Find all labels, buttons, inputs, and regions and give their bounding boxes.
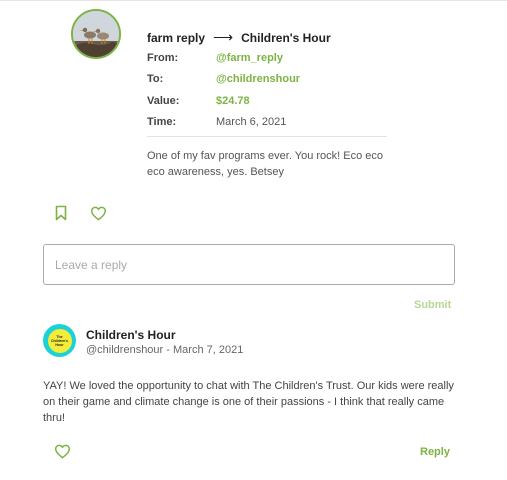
from-value[interactable]: @farm_reply [216, 52, 283, 64]
arrow-icon: ⟶ [213, 29, 234, 45]
heart-icon [54, 444, 71, 459]
time-label: Time: [147, 116, 177, 128]
commenter-handle[interactable]: @childrenshour [86, 344, 163, 356]
reply-input[interactable] [43, 244, 455, 285]
logo-text: The Children's Hour [51, 334, 68, 347]
comment-meta: @childrenshour - March 7, 2021 [86, 344, 243, 356]
time-value: March 6, 2021 [216, 116, 287, 128]
transaction-header: farm reply ⟶ Children's Hour [147, 29, 331, 46]
reply-button[interactable]: Reply [420, 446, 450, 458]
to-value[interactable]: @childrenshour [216, 73, 300, 85]
comment-body: YAY! We loved the opportunity to chat wi… [43, 380, 454, 424]
top-divider [0, 0, 507, 1]
like-button[interactable] [90, 206, 107, 226]
submit-button[interactable]: Submit [414, 299, 451, 311]
heart-icon [90, 206, 107, 221]
sender-name[interactable]: farm reply [147, 31, 205, 45]
transaction-message: One of my fav programs ever. You rock! E… [147, 150, 384, 178]
comment-date: March 7, 2021 [173, 344, 244, 356]
sender-avatar[interactable] [71, 9, 121, 59]
childrens-hour-logo: The Children's Hour [47, 328, 72, 353]
recipient-name[interactable]: Children's Hour [241, 31, 331, 45]
divider [147, 136, 387, 137]
to-label: To: [147, 73, 164, 85]
birds-photo-icon [73, 11, 119, 57]
value-label: Value: [147, 95, 180, 107]
commenter-name[interactable]: Children's Hour [86, 328, 176, 342]
bookmark-icon [55, 205, 67, 221]
from-label: From: [147, 52, 179, 64]
value-amount: $24.78 [216, 95, 250, 107]
bookmark-button[interactable] [54, 205, 68, 226]
comment-like-button[interactable] [54, 444, 71, 464]
meta-separator: - [163, 344, 173, 356]
commenter-avatar[interactable]: The Children's Hour [43, 324, 76, 357]
